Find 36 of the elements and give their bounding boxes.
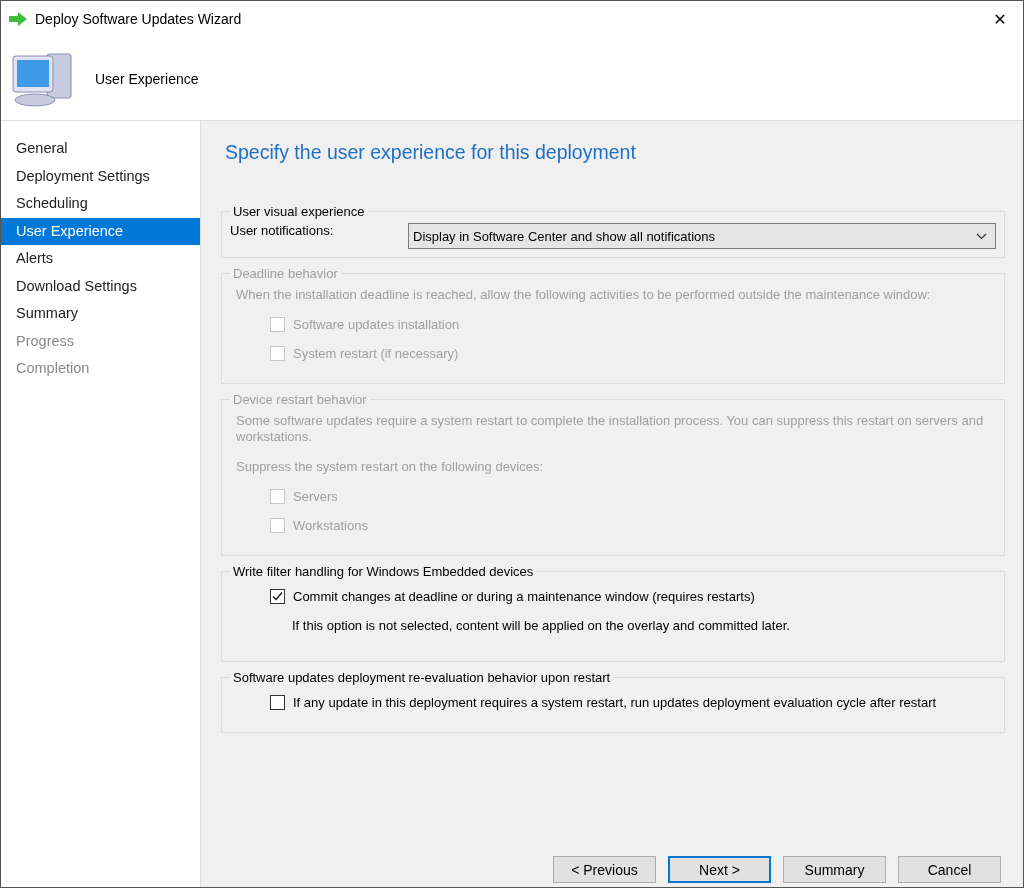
checkbox[interactable] — [270, 589, 285, 604]
sidebar-item[interactable]: Scheduling — [1, 190, 200, 218]
close-button[interactable]: ✕ — [977, 1, 1023, 37]
wizard-button[interactable]: Next > — [668, 856, 771, 883]
description-text: Suppress the system restart on the following devices: — [236, 459, 545, 475]
field-label: User notifications: — [230, 223, 335, 238]
checkbox-label: System restart (if necessary) — [293, 346, 459, 361]
wizard-button[interactable]: Cancel — [898, 856, 1001, 883]
group-legend: Write filter handling for Windows Embedded devices — [230, 564, 537, 579]
description-text: When the installation deadline is reached, allow the following activities to be performed outside the maintenance window: — [236, 287, 932, 303]
group-legend: User visual experience — [230, 204, 368, 219]
sidebar-item[interactable]: Download Settings — [1, 272, 200, 300]
window-title: Deploy Software Updates Wizard — [35, 11, 242, 27]
checkbox-label: Workstations — [293, 518, 368, 533]
note-text: If this option is not selected, content will be applied on the overlay and committed later. — [292, 618, 791, 633]
section-heading: Specify the user experience for this deployment — [224, 141, 637, 164]
checkbox[interactable] — [270, 695, 285, 710]
sidebar-item[interactable]: Deployment Settings — [1, 162, 200, 190]
checkbox-label: Commit changes at deadline or during a maintenance window (requires restarts) — [293, 589, 755, 604]
group-legend: Device restart behavior — [230, 392, 370, 407]
wizard-button[interactable]: < Previous — [553, 856, 656, 883]
group-legend: Software updates deployment re-evaluation behavior upon restart — [230, 670, 614, 685]
chevron-down-icon — [976, 232, 987, 240]
checkbox-label: Software updates installation — [293, 317, 460, 332]
checkbox-label: If any update in this deployment requires a system restart, run updates deployment evaluation cycle after restart — [293, 695, 937, 710]
page-title: User Experience — [95, 70, 199, 87]
wizard-button[interactable]: Summary — [783, 856, 886, 883]
checkbox-label: Servers — [293, 489, 338, 504]
sidebar-item[interactable]: Alerts — [1, 245, 200, 273]
description-text: Some software updates require a system restart to complete the installation process. You can suppress this restart on servers and workstations. — [236, 413, 985, 445]
arrow-icon — [9, 12, 27, 26]
notifications-dropdown[interactable]: Display in Software Center and show all notifications — [408, 223, 996, 249]
sidebar-item[interactable]: General — [1, 135, 200, 163]
sidebar-item[interactable]: Summary — [1, 300, 200, 328]
group-legend: Deadline behavior — [230, 266, 341, 281]
sidebar-item[interactable]: User Experience — [1, 217, 200, 245]
